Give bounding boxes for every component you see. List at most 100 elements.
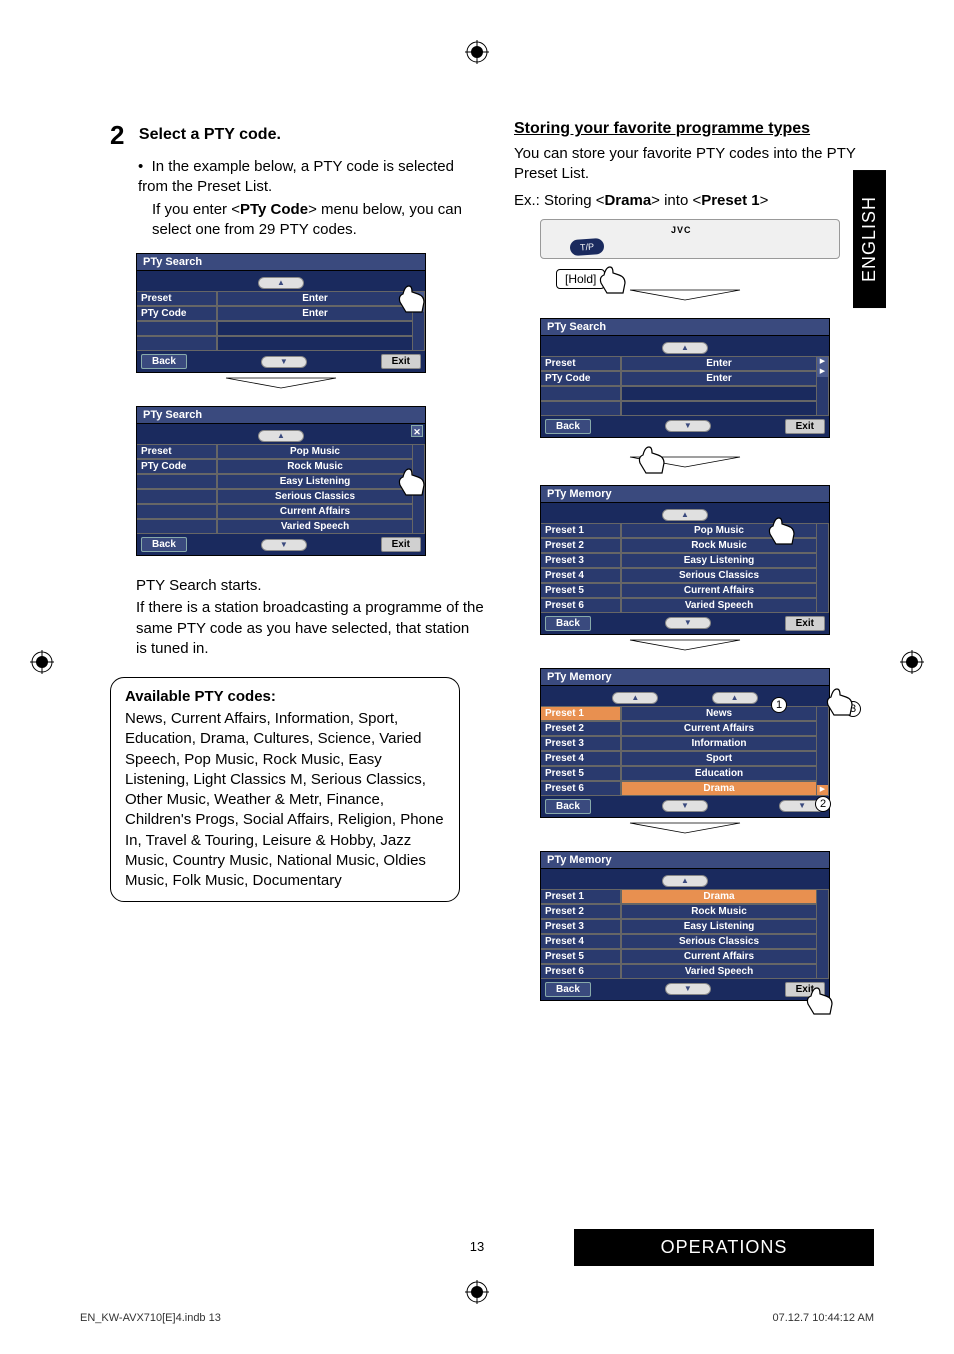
preset-value[interactable]: Easy Listening: [621, 919, 817, 934]
preset-value[interactable]: Varied Speech: [621, 964, 817, 979]
preset-label[interactable]: Preset 2: [541, 721, 621, 736]
exit-button[interactable]: Exit: [785, 616, 825, 631]
scrollbar[interactable]: ▶▶: [817, 356, 829, 416]
callout-3: 3: [845, 701, 861, 717]
scroll-up-button[interactable]: ▲: [612, 692, 658, 704]
preset-label[interactable]: Preset 3: [541, 736, 621, 751]
panel-title: PTy Memory: [541, 486, 829, 503]
flow-arrow-icon: [540, 639, 830, 654]
preset-label: Preset 2: [541, 538, 621, 553]
exit-button[interactable]: Exit: [785, 982, 825, 997]
callout-1: 1: [771, 697, 787, 713]
panel-title: PTy Search: [137, 254, 425, 271]
preset-value[interactable]: Rock Music: [621, 538, 817, 553]
enter-button[interactable]: Enter: [217, 306, 413, 321]
preset-value[interactable]: Varied Speech: [621, 598, 817, 613]
search-body-text: If there is a station broadcasting a pro…: [136, 598, 484, 659]
scroll-down-button[interactable]: ▼: [665, 983, 711, 995]
footer-filename: EN_KW-AVX710[E]4.indb 13: [80, 1312, 221, 1324]
preset-label: Preset 6: [541, 964, 621, 979]
back-button[interactable]: Back: [545, 616, 591, 631]
scroll-down-button[interactable]: ▼: [662, 800, 708, 812]
scroll-down-button[interactable]: ▼: [665, 617, 711, 629]
pty-option[interactable]: Easy Listening: [217, 474, 413, 489]
preset-label[interactable]: Preset 6: [541, 781, 621, 796]
close-button[interactable]: ✕: [411, 425, 423, 437]
pty-option[interactable]: Sport: [621, 751, 817, 766]
preset-value[interactable]: Drama: [621, 889, 817, 904]
registration-mark-icon: [30, 650, 54, 674]
section-body: You can store your favorite PTY codes in…: [514, 144, 874, 185]
preset-label: Preset 4: [541, 568, 621, 583]
scrollbar[interactable]: [817, 889, 829, 979]
scroll-up-button[interactable]: ▲: [712, 692, 758, 704]
preset-label[interactable]: Preset 4: [541, 751, 621, 766]
pty-search-panel: PTy Search ▲ PresetEnter PTy CodeEnter ▶…: [540, 318, 830, 438]
exit-button[interactable]: Exit: [785, 419, 825, 434]
section-bar: OPERATIONS: [574, 1229, 874, 1266]
preset-value[interactable]: Pop Music: [621, 523, 817, 538]
pty-option[interactable]: Education: [621, 766, 817, 781]
pty-option[interactable]: Information: [621, 736, 817, 751]
back-button[interactable]: Back: [141, 537, 187, 552]
scrollbar[interactable]: [413, 444, 425, 534]
preset-value[interactable]: Serious Classics: [621, 568, 817, 583]
pty-option[interactable]: Pop Music: [217, 444, 413, 459]
flow-arrow-icon: [540, 456, 830, 471]
preset-value[interactable]: Current Affairs: [621, 949, 817, 964]
enter-button[interactable]: Enter: [217, 291, 413, 306]
box-body: News, Current Affairs, Information, Spor…: [125, 709, 445, 891]
scroll-up-button[interactable]: ▲: [662, 509, 708, 521]
pty-memory-panel: PTy Memory ▲ Preset 1Pop Music Preset 2R…: [540, 485, 830, 635]
scroll-down-button[interactable]: ▼: [261, 356, 307, 368]
registration-mark-icon: [900, 650, 924, 674]
preset-value[interactable]: Current Affairs: [621, 583, 817, 598]
flow-arrow-icon: [136, 377, 426, 392]
scroll-down-button[interactable]: ▼: [261, 539, 307, 551]
preset-label: Preset 3: [541, 919, 621, 934]
pty-option[interactable]: Serious Classics: [217, 489, 413, 504]
enter-button[interactable]: Enter: [621, 356, 817, 371]
row-label: Preset: [541, 356, 621, 371]
back-button[interactable]: Back: [545, 799, 591, 814]
scroll-up-button[interactable]: ▲: [662, 875, 708, 887]
enter-button[interactable]: Enter: [621, 371, 817, 386]
exit-button[interactable]: Exit: [381, 537, 421, 552]
preset-label: Preset 1: [541, 523, 621, 538]
callout-2: 2: [815, 796, 831, 812]
pty-memory-panel-select: PTy Memory ▲ ▲ Preset 1 Preset 2 Preset …: [540, 668, 830, 818]
row-label: Preset: [137, 291, 217, 306]
pty-option[interactable]: Varied Speech: [217, 519, 413, 534]
back-button[interactable]: Back: [141, 354, 187, 369]
scroll-up-button[interactable]: ▲: [258, 277, 304, 289]
pty-option[interactable]: Drama: [621, 781, 817, 796]
preset-value[interactable]: Easy Listening: [621, 553, 817, 568]
preset-value[interactable]: Rock Music: [621, 904, 817, 919]
preset-value[interactable]: Serious Classics: [621, 934, 817, 949]
preset-label[interactable]: Preset 5: [541, 766, 621, 781]
bullet-sub-text: If you enter <PTy Code> menu below, you …: [152, 200, 484, 239]
step-title: Select a PTY code.: [139, 126, 281, 144]
pty-option[interactable]: News: [621, 706, 817, 721]
exit-button[interactable]: Exit: [381, 354, 421, 369]
preset-label[interactable]: Preset 1: [541, 706, 621, 721]
scrollbar[interactable]: ▶: [817, 706, 829, 796]
scroll-up-button[interactable]: ▲: [662, 342, 708, 354]
panel-title: PTy Memory: [541, 669, 829, 686]
pty-option[interactable]: Current Affairs: [217, 504, 413, 519]
back-button[interactable]: Back: [545, 419, 591, 434]
bullet-text: • In the example below, a PTY code is se…: [138, 157, 484, 196]
pty-option[interactable]: Rock Music: [217, 459, 413, 474]
scrollbar[interactable]: ▶▶: [413, 291, 425, 351]
step-number: 2: [110, 120, 124, 151]
pty-memory-panel-result: PTy Memory ▲ Preset 1Drama Preset 2Rock …: [540, 851, 830, 1001]
tp-button[interactable]: T/P: [569, 238, 604, 256]
preset-label: Preset 5: [541, 583, 621, 598]
scrollbar[interactable]: [817, 523, 829, 613]
pty-option[interactable]: Current Affairs: [621, 721, 817, 736]
back-button[interactable]: Back: [545, 982, 591, 997]
section-heading: Storing your favorite programme types: [514, 120, 874, 138]
panel-title: PTy Search: [541, 319, 829, 336]
scroll-up-button[interactable]: ▲: [258, 430, 304, 442]
scroll-down-button[interactable]: ▼: [665, 420, 711, 432]
